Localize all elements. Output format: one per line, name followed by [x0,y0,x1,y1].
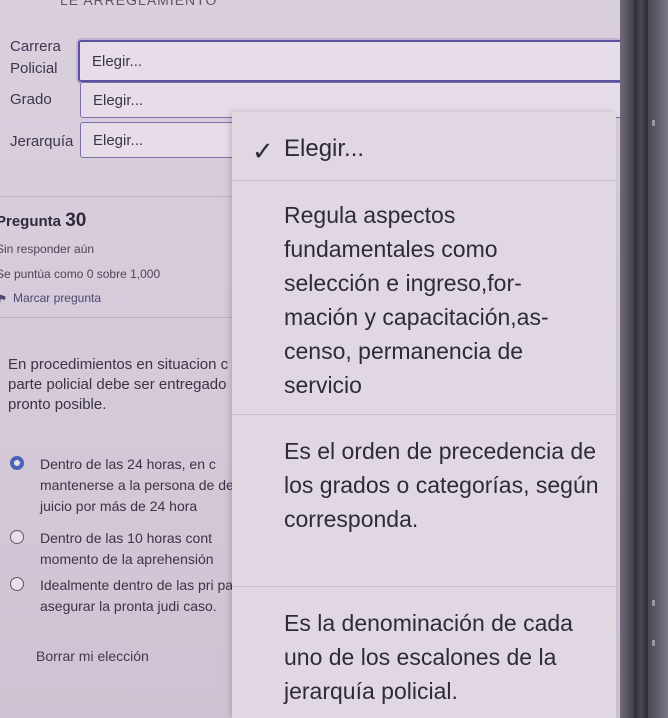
dropdown-option-4[interactable]: Es la denominación de cada uno de los es… [232,606,602,708]
device-bezel [620,0,668,718]
bezel-rail [634,0,648,718]
question-number: Pregunta 30 [0,210,87,231]
grado-label: Grado [10,91,52,108]
radio-option-1[interactable] [10,456,24,470]
flag-icon: ⚑ [0,294,7,305]
dropdown-option-3[interactable]: Es el orden de precedencia de los grados… [232,434,602,536]
carrera-select-value: Elegir... [92,52,143,70]
jerarquia-dropdown-list: ✓ Elegir... Regula aspectos fundamentale… [232,112,616,718]
answer-option-3[interactable]: Idealmente dentro de las pri para asegur… [10,575,250,617]
carrera-select[interactable]: Elegir... [78,40,638,82]
radio-option-3[interactable] [10,577,24,591]
question-score: Se puntúa como 0 sobre 1,000 [0,267,161,281]
dropdown-separator [232,586,616,587]
section-divider [0,196,232,197]
cropped-heading: LE ARREGLAMIENTO [60,0,218,8]
answer-option-1-text: Dentro de las 24 horas, en c mantenerse … [40,456,234,514]
bezel-marker [652,640,655,646]
jerarquia-label: Jerarquía [10,133,74,150]
bezel-marker [652,120,655,126]
answer-option-1[interactable]: Dentro de las 24 horas, en c mantenerse … [10,454,250,517]
question-text: En procedimientos en situacion c parte p… [8,356,229,413]
bezel-marker [652,600,655,606]
flag-question-link[interactable]: ⚑ Marcar pregunta [0,291,101,305]
dropdown-separator [232,180,616,181]
radio-option-2[interactable] [10,530,24,544]
answer-option-2-text: Dentro de las 10 horas cont momento de l… [40,530,214,567]
question-info-divider [0,317,232,318]
carrera-label: Carrera Policial [10,38,61,77]
jerarquia-select-value: Elegir... [93,131,144,149]
checkmark-icon: ✓ [252,136,274,166]
dropdown-separator [232,414,616,415]
grado-select-value: Elegir... [93,91,144,109]
clear-choice-link[interactable]: Borrar mi elección [36,648,149,664]
jerarquia-select[interactable]: Elegir... [80,122,250,158]
answer-option-3-text: Idealmente dentro de las pri para asegur… [40,577,246,614]
dropdown-option-elegir[interactable]: ✓ Elegir... [232,132,616,166]
answer-option-2[interactable]: Dentro de las 10 horas cont momento de l… [10,528,250,570]
question-status: Sin responder aún [0,242,95,256]
dropdown-option-2[interactable]: Regula aspectos fundamentales como selec… [232,198,592,402]
